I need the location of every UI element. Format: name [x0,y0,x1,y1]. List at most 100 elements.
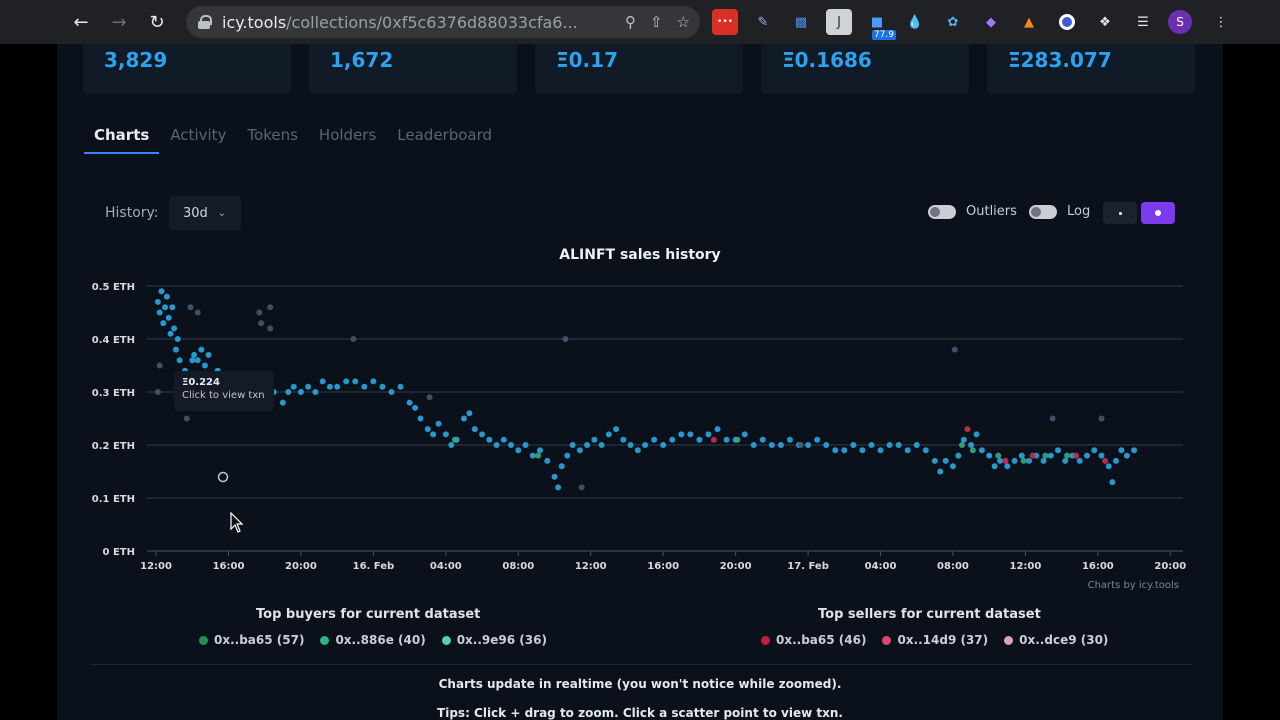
sale-point[interactable] [154,389,161,395]
sale-point[interactable] [1076,457,1083,464]
sale-point[interactable] [620,436,627,443]
sale-point[interactable] [678,431,685,438]
reload-icon[interactable]: ↻ [138,3,176,41]
sale-point[interactable] [777,442,784,448]
sale-point[interactable] [576,447,583,454]
tab-tokens[interactable]: Tokens [237,120,308,154]
metamask-fox-icon[interactable]: ▲ [1016,9,1042,35]
tab-activity[interactable]: Activity [160,120,236,154]
top-buyer-item[interactable]: 0x..9e96 (36) [441,633,547,647]
sale-point[interactable] [279,399,286,406]
sale-point[interactable] [558,463,565,470]
sale-point[interactable] [471,426,478,433]
sale-point[interactable] [734,436,741,443]
sale-point[interactable] [379,383,386,390]
sale-point[interactable] [741,431,748,438]
sale-point[interactable] [515,447,522,454]
hovered-point-marker[interactable] [217,471,229,483]
sale-point[interactable] [797,442,804,448]
sale-point[interactable] [267,304,274,311]
top-seller-item[interactable]: 0x..14d9 (37) [882,633,988,647]
sale-point[interactable] [417,415,424,422]
sale-point[interactable] [991,463,998,470]
tab-charts[interactable]: Charts [84,120,160,154]
drop-extension-icon[interactable]: 💧 [902,9,928,35]
sale-point[interactable] [312,389,319,395]
sale-point[interactable] [850,442,857,448]
sale-point[interactable] [1004,463,1011,470]
sale-point[interactable] [968,442,975,448]
sale-point[interactable] [591,436,598,443]
sale-point[interactable] [466,410,473,417]
sale-point[interactable] [201,362,208,369]
sale-point[interactable] [187,304,194,311]
sale-point[interactable] [435,420,442,427]
sale-point[interactable] [1118,447,1125,454]
sale-point[interactable] [334,383,341,390]
sale-point[interactable] [868,442,875,448]
sale-point[interactable] [1026,457,1033,464]
sale-point[interactable] [937,468,944,475]
sale-point[interactable] [158,288,165,295]
sale-point[interactable] [350,336,357,342]
chart-extension-icon[interactable]: ▩ [788,9,814,35]
sale-point[interactable] [194,357,201,364]
sale-point[interactable] [493,442,500,448]
sale-point[interactable] [388,389,395,395]
sale-point[interactable] [931,457,938,464]
sale-point[interactable] [451,436,458,443]
sale-point[interactable] [174,336,181,342]
sale-point[interactable] [361,383,368,390]
sale-point[interactable] [960,436,967,443]
sale-point[interactable] [430,431,437,438]
sale-point[interactable] [508,442,515,448]
sale-point[interactable] [714,426,721,433]
sale-point[interactable] [995,452,1002,459]
sale-point[interactable] [1040,457,1047,464]
sale-point[interactable] [750,442,757,448]
sale-point[interactable] [564,452,571,459]
sale-point[interactable] [669,436,676,443]
sale-point[interactable] [183,415,190,422]
sale-point[interactable] [584,442,591,448]
sale-point[interactable] [162,304,169,311]
sale-point[interactable] [424,426,431,433]
sale-point[interactable] [537,447,544,454]
sale-point[interactable] [479,431,486,438]
address-bar[interactable]: icy.tools/collections/0xf5c6376d88033cfa… [186,6,700,38]
log-toggle[interactable] [1029,204,1057,219]
history-select[interactable]: 30d ⌄ [169,196,241,230]
outliers-toggle[interactable] [928,204,956,219]
sale-point[interactable] [786,436,793,443]
sale-point[interactable] [154,298,161,305]
sale-point[interactable] [412,404,419,411]
sale-point[interactable] [660,442,667,448]
sale-point[interactable] [895,442,902,448]
sale-point[interactable] [1109,479,1116,486]
wallet-extension-icon[interactable] [1054,9,1080,35]
sale-point[interactable] [171,325,178,332]
sale-point[interactable] [759,436,766,443]
sale-point[interactable] [1102,457,1109,464]
sale-point[interactable] [156,362,163,369]
sale-point[interactable] [969,447,976,454]
diamond-extension-icon[interactable]: ◆ [978,9,1004,35]
sale-point[interactable] [256,309,263,316]
sale-point[interactable] [191,351,198,358]
sale-point[interactable] [642,442,649,448]
sale-point[interactable] [569,442,576,448]
sale-point[interactable] [406,399,413,406]
sale-point[interactable] [343,378,350,385]
sale-point[interactable] [169,304,176,311]
tab-holders[interactable]: Holders [309,120,386,154]
pen-extension-icon[interactable]: ✎ [750,9,776,35]
sale-point[interactable] [1049,415,1056,422]
sale-point[interactable] [1062,457,1069,464]
top-buyer-item[interactable]: 0x..ba65 (57) [199,633,304,647]
sale-point[interactable] [319,378,326,385]
sale-point[interactable] [973,431,980,438]
sale-point[interactable] [290,383,297,390]
js-extension-icon[interactable]: J [826,9,852,35]
sale-point[interactable] [768,442,775,448]
sale-point[interactable] [1047,452,1054,459]
